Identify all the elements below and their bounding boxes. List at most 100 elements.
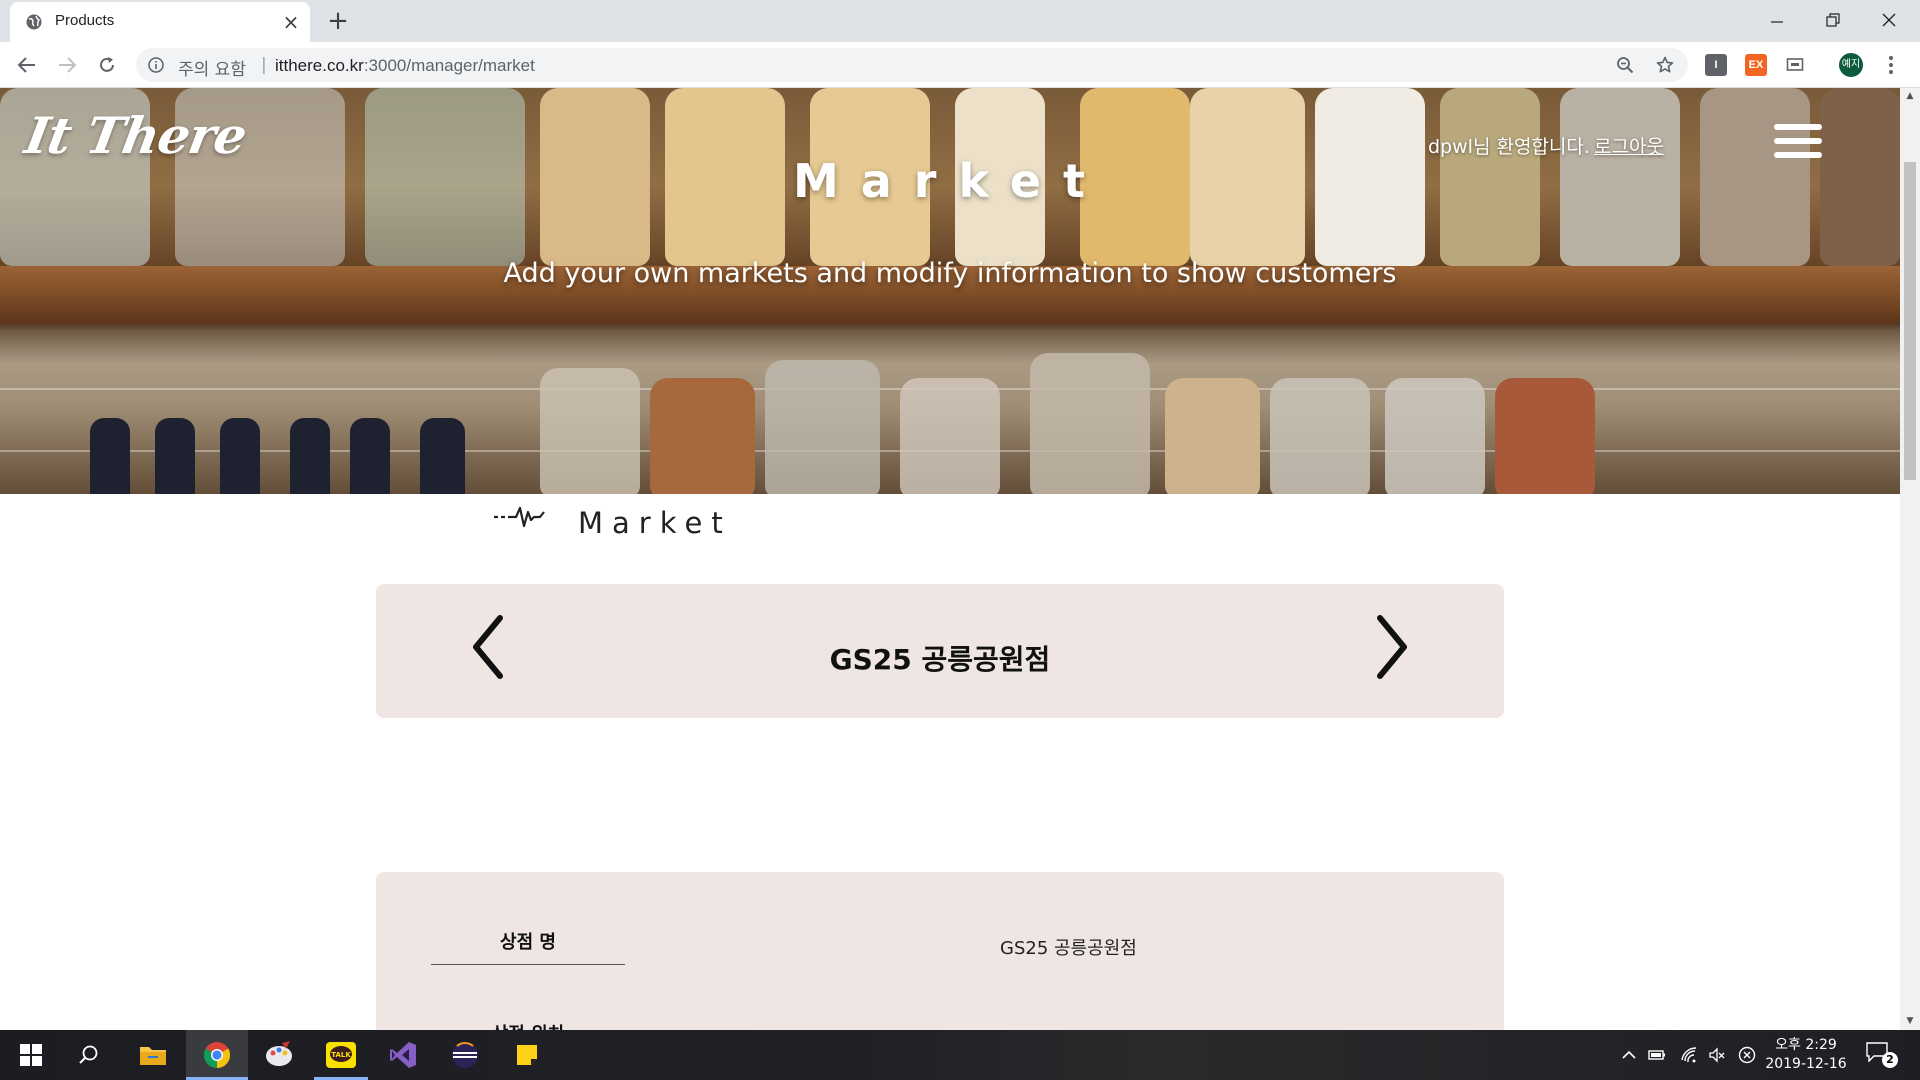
sticky-note-icon (517, 1045, 537, 1065)
hero-bg-bottle (420, 418, 465, 494)
kakaotalk-icon: TALK (326, 1042, 356, 1068)
field-label-store-name: 상점 명 (500, 932, 556, 953)
hero-bg-jar (1165, 378, 1260, 494)
scroll-thumb[interactable] (1904, 162, 1916, 480)
tab-close-icon[interactable]: × (280, 11, 302, 33)
arrow-right-icon (59, 57, 77, 73)
hamburger-bar (1774, 152, 1822, 158)
page-scrollbar[interactable]: ▲ ▼ (1900, 88, 1920, 1030)
folder-icon (140, 1047, 166, 1065)
tab-title: Products (55, 12, 115, 29)
restore-icon (1826, 13, 1840, 27)
logout-link[interactable]: 로그아웃 (1594, 132, 1664, 159)
hero-bg-jar (765, 360, 880, 494)
taskbar-chrome[interactable] (186, 1030, 248, 1080)
hero-bg-bottle (220, 418, 260, 494)
chevron-right-icon[interactable] (1366, 612, 1414, 682)
globe-icon (26, 14, 42, 30)
hero-bg-jar (1030, 353, 1150, 494)
close-icon (1882, 13, 1896, 27)
kakaotalk-label: TALK (331, 1051, 351, 1059)
profile-avatar[interactable]: 예지 (1839, 53, 1863, 77)
battery-icon[interactable] (1648, 1046, 1666, 1064)
network-disconnected-icon[interactable] (1738, 1046, 1756, 1064)
zoom-icon[interactable] (1616, 56, 1634, 74)
taskbar-eclipse[interactable] (434, 1030, 496, 1080)
hero-bg-bottle (290, 418, 330, 494)
arrow-left-icon (17, 57, 35, 73)
field-label-store-location: 상점 위치 (431, 1020, 625, 1030)
new-tab-button[interactable]: + (324, 8, 352, 36)
hero-title: Market (792, 154, 1108, 208)
welcome-message: dpwl님 환영합니다. (1428, 136, 1590, 158)
forward-button[interactable] (52, 50, 82, 80)
pulse-line-icon (494, 506, 545, 528)
system-clock[interactable]: 오후 2:29 2019-12-16 (1756, 1036, 1856, 1074)
action-center-button[interactable]: 2 (1866, 1042, 1898, 1068)
browser-tab[interactable]: Products × (10, 2, 310, 42)
hero-bg-shelf-shadow (0, 324, 1900, 364)
hamburger-bar (1774, 124, 1822, 130)
market-info-card: 상점 명 GS25 공릉공원점 상점 위치 (376, 872, 1504, 1030)
hero-bg-bottle (155, 418, 195, 494)
taskbar-kakaotalk[interactable]: TALK (310, 1030, 372, 1080)
hamburger-bar (1774, 138, 1822, 144)
hero-bg-jar (650, 378, 755, 494)
minimize-button[interactable] (1754, 4, 1800, 34)
hero-bg-bottle (90, 418, 130, 494)
search-icon (79, 1045, 98, 1064)
hero-banner: It There Market Add your own markets and… (0, 88, 1900, 494)
paint-palette-icon (266, 1041, 292, 1066)
hero-bg-jar (540, 368, 640, 494)
kebab-menu-icon[interactable] (1886, 54, 1896, 76)
url-path: :3000/manager/market (363, 56, 535, 75)
section-title: Market (578, 506, 732, 540)
security-status[interactable]: 주의 요함 (178, 55, 246, 80)
taskbar-sticky-notes[interactable] (496, 1030, 558, 1080)
hero-bg-jar (1385, 378, 1485, 494)
speaker-muted-icon[interactable] (1708, 1046, 1726, 1064)
address-bar[interactable]: 주의 요함 | itthere.co.kr:3000/manager/marke… (136, 48, 1688, 82)
taskbar-visual-studio[interactable] (372, 1030, 434, 1080)
extension-i-icon[interactable]: I (1705, 54, 1727, 76)
windows-taskbar: TALK 오후 2:29 2019-12-16 2 (0, 1030, 1920, 1080)
close-window-button[interactable] (1866, 4, 1912, 34)
extension-ex-icon[interactable]: EX (1745, 54, 1767, 76)
info-icon[interactable] (148, 57, 164, 73)
browser-toolbar: 주의 요함 | itthere.co.kr:3000/manager/marke… (0, 42, 1920, 88)
hero-subtitle: Add your own markets and modify informat… (503, 258, 1397, 289)
taskbar-paint-app[interactable] (248, 1030, 310, 1080)
taskbar-search-button[interactable] (58, 1030, 120, 1080)
clock-date: 2019-12-16 (1765, 1056, 1847, 1072)
browser-tab-strip: Products × + (0, 0, 1920, 42)
chevron-up-icon[interactable] (1620, 1046, 1638, 1064)
hamburger-menu-icon[interactable] (1774, 124, 1822, 162)
start-button[interactable] (0, 1030, 62, 1080)
restore-button[interactable] (1810, 4, 1856, 34)
hero-bg-jar (1495, 378, 1595, 494)
field-value-store-name[interactable]: GS25 공릉공원점 (1000, 934, 1137, 960)
scroll-up-icon[interactable]: ▲ (1905, 91, 1915, 101)
eclipse-icon (452, 1042, 478, 1068)
chrome-icon (203, 1042, 231, 1069)
visual-studio-icon (390, 1042, 416, 1068)
clock-time: 오후 2:29 (1775, 1037, 1837, 1053)
wifi-icon[interactable] (1680, 1046, 1698, 1064)
scroll-down-icon[interactable]: ▼ (1905, 1016, 1915, 1026)
notification-count: 2 (1882, 1052, 1898, 1068)
hero-bg-jar (1270, 378, 1370, 494)
taskbar-file-explorer[interactable] (122, 1030, 184, 1080)
back-button[interactable] (12, 50, 42, 80)
security-separator: | (261, 55, 267, 75)
minimize-icon (1771, 21, 1783, 23)
hero-bg-jar (900, 378, 1000, 494)
page-viewport: It There Market Add your own markets and… (0, 88, 1900, 1030)
market-selector: GS25 공릉공원점 (376, 584, 1504, 718)
cast-icon[interactable] (1786, 56, 1804, 74)
reload-button[interactable] (92, 50, 122, 80)
hero-bg-bottle (350, 418, 390, 494)
bookmark-star-icon[interactable] (1656, 56, 1674, 74)
windows-logo-icon (20, 1044, 42, 1066)
url-host: itthere.co.kr (275, 56, 364, 75)
url-text[interactable]: itthere.co.kr:3000/manager/market (275, 56, 535, 76)
